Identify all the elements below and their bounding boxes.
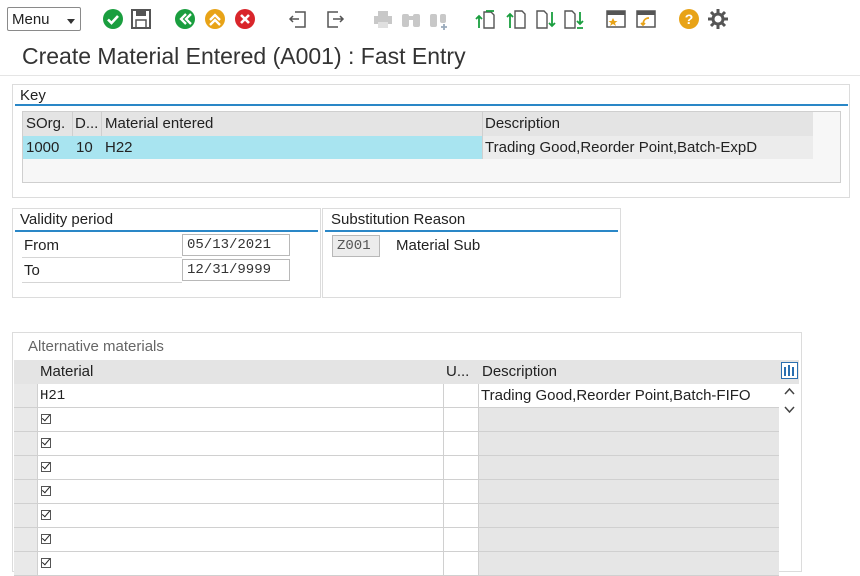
cell-material-entered: H22 [105, 139, 133, 156]
description-cell [479, 552, 779, 576]
settings-icon[interactable] [707, 8, 729, 30]
divider [22, 257, 182, 258]
first-page-icon[interactable] [474, 8, 496, 30]
column-header-material-entered[interactable]: Material entered [105, 113, 213, 135]
help-icon[interactable]: ? [678, 8, 700, 30]
alternatives-table-header [14, 360, 799, 384]
checkbox-icon [41, 534, 51, 544]
page-title: Create Material Entered (A001) : Fast En… [22, 43, 466, 69]
row-selector[interactable] [14, 408, 37, 432]
substitution-group-underline [325, 230, 618, 232]
column-settings-icon[interactable] [781, 362, 798, 379]
description-cell [479, 408, 779, 432]
column-header-d[interactable]: D... [75, 113, 97, 135]
to-label: To [24, 262, 40, 279]
previous-entry-icon[interactable] [287, 8, 309, 30]
menu-button[interactable]: Menu [7, 7, 81, 31]
row-selector[interactable] [14, 384, 37, 408]
menu-label: Menu [12, 11, 50, 28]
chevron-down-icon [67, 19, 75, 24]
to-date-input[interactable]: 12/31/9999 [182, 259, 290, 281]
material-cell[interactable] [37, 408, 444, 432]
from-date-input[interactable]: 05/13/2021 [182, 234, 290, 256]
description-cell [479, 432, 779, 456]
material-cell[interactable] [37, 528, 444, 552]
validity-group-underline [15, 230, 318, 232]
substitution-text: Material Sub [396, 237, 481, 254]
unit-cell[interactable] [444, 456, 479, 480]
print-icon [374, 11, 392, 28]
column-header-description[interactable]: Description [482, 361, 557, 383]
unit-cell[interactable] [444, 384, 479, 408]
row-selector[interactable] [14, 432, 37, 456]
last-page-icon[interactable] [563, 8, 585, 30]
scroll-up-icon[interactable] [783, 386, 796, 396]
generate-shortcut-icon[interactable] [635, 8, 657, 30]
cancel-icon[interactable] [234, 8, 256, 30]
description-cell [479, 456, 779, 480]
exit-icon[interactable] [204, 8, 226, 30]
cell-d: 10 [76, 139, 93, 156]
checkbox-icon [41, 486, 51, 496]
substitution-group-label: Substitution Reason [331, 211, 466, 228]
row-selector[interactable] [14, 504, 37, 528]
check-icon[interactable] [102, 8, 124, 30]
svg-text:?: ? [685, 11, 694, 27]
divider [0, 75, 860, 76]
find-next-icon [430, 14, 447, 30]
material-cell[interactable] [37, 432, 444, 456]
alt-description-value: Trading Good,Reorder Point,Batch-FIFO [481, 387, 751, 404]
cell-sorg: 1000 [26, 139, 60, 156]
validity-group-label: Validity period [20, 211, 114, 228]
back-icon[interactable] [174, 8, 196, 30]
material-cell[interactable] [37, 504, 444, 528]
row-selector[interactable] [14, 456, 37, 480]
unit-cell[interactable] [444, 552, 479, 576]
unit-cell[interactable] [444, 408, 479, 432]
application-toolbar: Menu ? [0, 0, 860, 40]
checkbox-icon [41, 510, 51, 520]
column-header-description[interactable]: Description [485, 113, 560, 135]
material-cell[interactable] [37, 384, 444, 408]
previous-page-icon[interactable] [505, 8, 527, 30]
column-header-material[interactable]: Material [40, 361, 93, 383]
row-selector[interactable] [14, 480, 37, 504]
save-icon[interactable] [130, 8, 152, 30]
description-cell [479, 528, 779, 552]
substitution-code-field[interactable]: Z001 [332, 235, 380, 257]
create-session-icon[interactable] [605, 8, 627, 30]
cell-description: Trading Good,Reorder Point,Batch-ExpD [485, 139, 758, 156]
description-cell [479, 504, 779, 528]
divider [22, 282, 182, 283]
unit-cell[interactable] [444, 504, 479, 528]
checkbox-icon [41, 414, 51, 424]
from-label: From [24, 237, 59, 254]
checkbox-icon [41, 558, 51, 568]
checkbox-icon [41, 462, 51, 472]
unit-cell[interactable] [444, 528, 479, 552]
next-entry-icon[interactable] [324, 8, 346, 30]
material-cell[interactable] [37, 480, 444, 504]
key-group-underline [15, 104, 848, 106]
unit-cell[interactable] [444, 480, 479, 504]
description-cell [479, 480, 779, 504]
row-selector[interactable] [14, 552, 37, 576]
material-cell[interactable] [37, 552, 444, 576]
row-selector[interactable] [14, 528, 37, 552]
key-group-label: Key [20, 87, 46, 104]
unit-cell[interactable] [444, 432, 479, 456]
alt-material-value: H21 [40, 388, 66, 404]
checkbox-icon [41, 438, 51, 448]
material-cell[interactable] [37, 456, 444, 480]
column-header-sorg[interactable]: SOrg. [26, 113, 65, 135]
scroll-down-icon[interactable] [783, 405, 796, 415]
find-icon [402, 14, 420, 27]
alternatives-group-label: Alternative materials [28, 338, 164, 355]
column-header-unit[interactable]: U... [446, 361, 476, 383]
next-page-icon[interactable] [535, 8, 557, 30]
